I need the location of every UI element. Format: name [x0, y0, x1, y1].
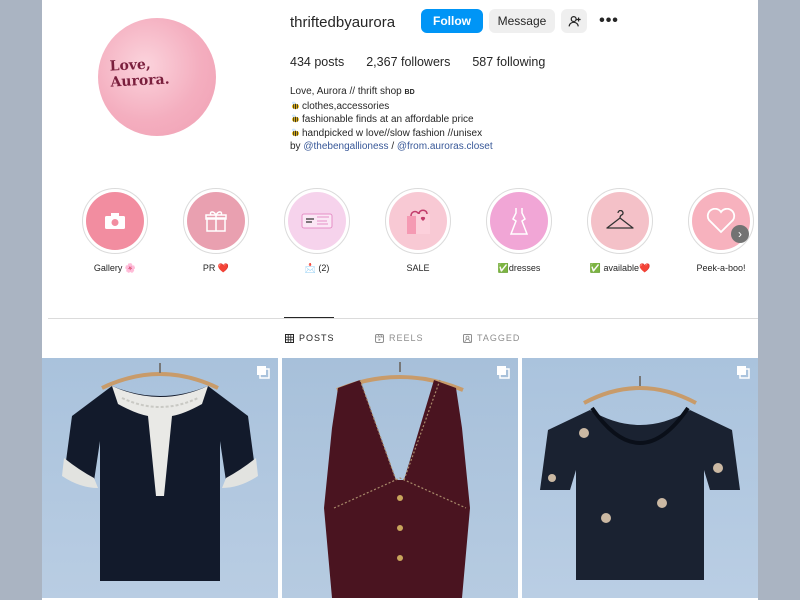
posts-stat[interactable]: 434 posts: [290, 55, 344, 69]
highlight-label: SALE: [406, 263, 430, 273]
bee-icon: [291, 128, 300, 136]
highlight-cover: [490, 192, 548, 250]
bio-text-1: clothes,accessories: [302, 100, 390, 112]
bio-text-3: handpicked w love//slow fashion //unisex: [302, 127, 483, 139]
bio-flag: BD: [404, 89, 415, 96]
follow-button[interactable]: Follow: [421, 9, 483, 33]
bio-text-2: fashionable finds at an affordable price: [302, 114, 474, 125]
profile-bio: Love, Aurora // thrift shop BD clothes,a…: [290, 85, 590, 154]
bio-name: Love, Aurora // thrift shop: [290, 86, 402, 97]
highlight-dresses[interactable]: ✅dresses: [484, 188, 554, 274]
more-options-icon: •••: [599, 12, 619, 29]
post-thumbnail-3[interactable]: [522, 358, 758, 598]
highlight-cover: [591, 192, 649, 250]
camera-icon: [105, 213, 125, 229]
highlight-ring: [688, 188, 754, 254]
more-options-button[interactable]: •••: [595, 9, 623, 33]
highlight-ring: [284, 188, 350, 254]
highlight-ring: [486, 188, 552, 254]
tab-posts[interactable]: POSTS: [285, 333, 335, 343]
profile-stats: 434 posts 2,367 followers 587 following: [290, 55, 545, 69]
highlight-cover: [187, 192, 245, 250]
post-image-black-sheer-top: [522, 358, 758, 598]
bio-separator: /: [391, 141, 395, 152]
following-label: following: [496, 55, 546, 69]
suggested-users-button[interactable]: [561, 9, 587, 33]
active-tab-indicator: [284, 317, 334, 318]
username: thriftedbyaurora: [290, 14, 396, 31]
bio-line-1: clothes,accessories: [290, 100, 590, 114]
highlight-label: Gallery 🌸: [93, 263, 137, 273]
highlight-ring: [385, 188, 451, 254]
highlight-pr[interactable]: PR ❤️: [181, 188, 251, 274]
highlight-label: PR ❤️: [202, 263, 230, 273]
followers-stat[interactable]: 2,367 followers: [366, 55, 450, 69]
highlight-cover: [86, 192, 144, 250]
dress-icon: [509, 208, 529, 235]
highlight-messages[interactable]: 📩 (2): [282, 188, 352, 274]
hanger-icon: [606, 210, 634, 229]
add-user-icon: [568, 15, 581, 26]
highlight-gallery[interactable]: Gallery 🌸: [80, 188, 150, 274]
highlight-label: ✅dresses: [497, 263, 541, 273]
highlight-ring: [587, 188, 653, 254]
tab-reels[interactable]: REELS: [375, 333, 424, 343]
bee-icon: [291, 114, 300, 123]
bio-name-line: Love, Aurora // thrift shop BD: [290, 85, 590, 100]
tab-posts-label: POSTS: [299, 333, 335, 343]
post-thumbnail-1[interactable]: [42, 358, 278, 598]
posts-count: 434: [290, 55, 311, 69]
highlight-ring: [82, 188, 148, 254]
mention-link-thebengallioness[interactable]: @thebengallioness: [303, 141, 388, 152]
story-highlights: Gallery 🌸 PR ❤️ 📩 (2) SALE ✅dresses ✅ av…: [75, 188, 755, 278]
following-count: 587: [472, 55, 494, 69]
highlight-ring: [183, 188, 249, 254]
highlight-cover: [389, 192, 447, 250]
bio-by: by: [290, 141, 301, 152]
post-thumbnail-2[interactable]: [282, 358, 518, 598]
shopping-bag-icon: [407, 209, 430, 234]
gift-icon: [205, 211, 227, 232]
bio-line-2: fashionable finds at an affordable price: [290, 113, 590, 127]
followers-count: 2,367: [366, 55, 398, 69]
tab-reels-label: REELS: [389, 333, 424, 343]
highlight-sale[interactable]: SALE: [383, 188, 453, 273]
followers-label: followers: [401, 55, 451, 69]
highlight-label: ✅ available❤️: [589, 263, 651, 273]
post-image-maroon-vest: [282, 358, 518, 598]
bee-icon: [291, 101, 300, 109]
highlight-cover: [288, 192, 346, 250]
highlight-available[interactable]: ✅ available❤️: [585, 188, 655, 274]
grid-icon: [285, 333, 294, 343]
highlight-label: 📩 (2): [304, 263, 330, 273]
message-button[interactable]: Message: [489, 9, 555, 33]
profile-page: Love, Aurora. thriftedbyaurora Follow Me…: [42, 0, 758, 600]
mention-link-from-auroras-closet[interactable]: @from.auroras.closet: [397, 141, 493, 152]
reels-icon: [375, 333, 384, 343]
following-stat[interactable]: 587 following: [472, 55, 545, 69]
bio-line-3: handpicked w love//slow fashion //unisex: [290, 127, 590, 141]
post-image-black-lace-top: [42, 358, 278, 598]
tabs-divider: [48, 318, 758, 319]
tab-tagged-label: TAGGED: [477, 333, 521, 343]
posts-label: posts: [314, 55, 345, 69]
chevron-right-icon: ›: [738, 227, 742, 241]
coupon-icon: [301, 213, 333, 229]
avatar-logo-text: Love, Aurora.: [109, 53, 211, 90]
tab-tagged[interactable]: TAGGED: [463, 333, 520, 343]
highlights-next-button[interactable]: ›: [731, 225, 749, 243]
profile-avatar[interactable]: Love, Aurora.: [98, 18, 216, 136]
bio-line-4: by @thebengallioness / @from.auroras.clo…: [290, 140, 590, 154]
tagged-icon: [463, 333, 472, 343]
highlight-label: Peek-a-boo!: [696, 263, 746, 273]
